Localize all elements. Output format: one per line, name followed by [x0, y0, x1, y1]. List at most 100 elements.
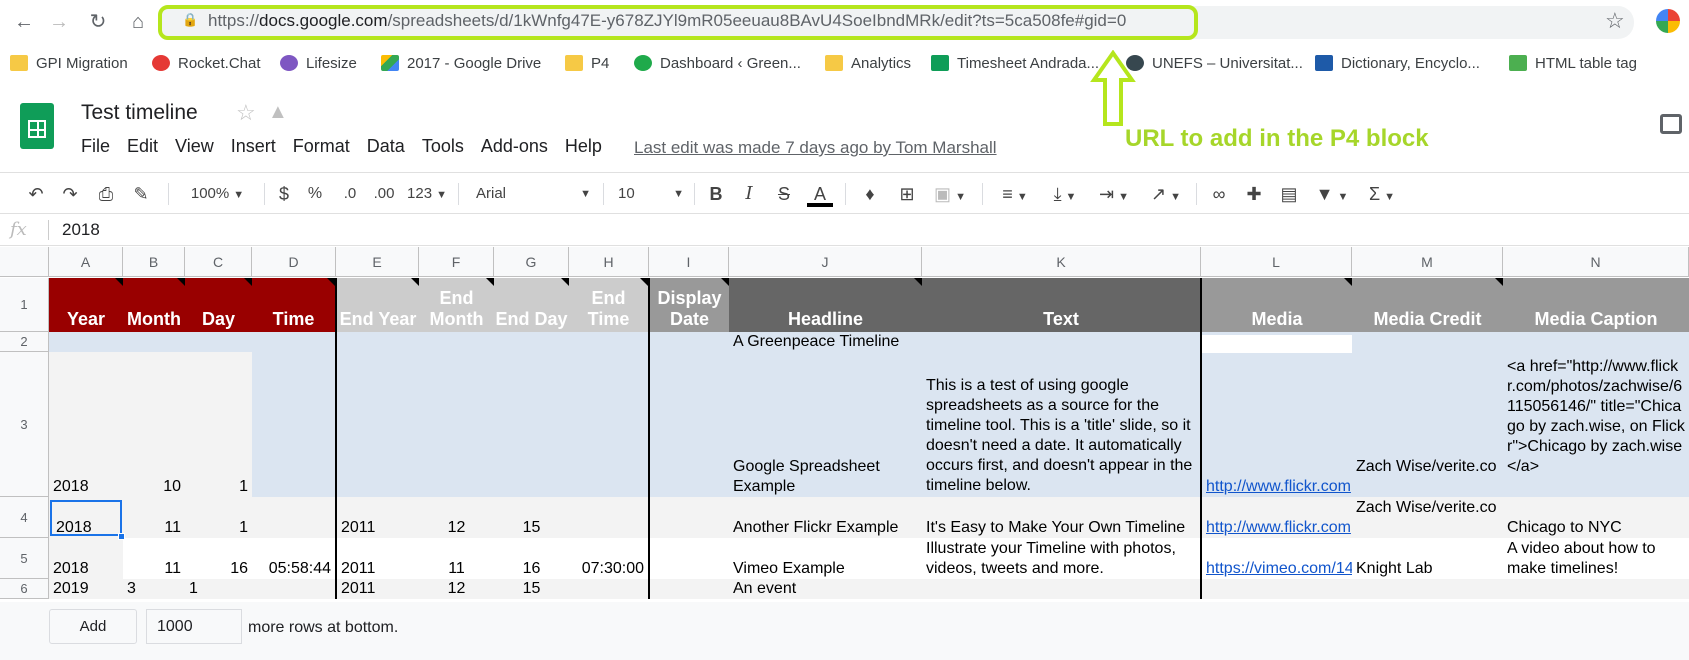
menu-help[interactable]: Help — [565, 136, 602, 157]
cell-a4-selected[interactable]: 2018 — [50, 500, 122, 536]
header-media[interactable]: Media — [1202, 278, 1352, 332]
bookmark-unefs[interactable]: UNEFS – Universitat... — [1126, 52, 1303, 74]
row-header-5[interactable]: 5 — [0, 538, 49, 579]
menu-insert[interactable]: Insert — [231, 136, 276, 157]
cell-k4[interactable]: It's Easy to Make Your Own Timeline — [922, 518, 1200, 538]
decrease-decimal-button[interactable]: .0 — [338, 181, 362, 207]
cell-k5[interactable]: Illustrate your Timeline with photos, vi… — [922, 539, 1200, 579]
move-to-drive-icon[interactable]: ▲ — [268, 101, 288, 124]
text-wrap-icon[interactable]: ⇥ ▼ — [1093, 181, 1135, 207]
cell-b3[interactable]: 10 — [123, 477, 185, 497]
cell-f4[interactable]: 12 — [419, 518, 494, 538]
cell-g6[interactable]: 15 — [494, 579, 569, 599]
paint-format-icon[interactable]: ✎ — [127, 181, 155, 207]
column-header-n[interactable]: N — [1503, 247, 1689, 277]
header-media-credit[interactable]: Media Credit — [1352, 278, 1503, 332]
comment-icon[interactable] — [1660, 114, 1682, 134]
merge-cells-icon[interactable]: ▣ ▼ — [930, 181, 970, 207]
text-rotation-icon[interactable]: ↗ ▼ — [1145, 181, 1187, 207]
lock-icon[interactable]: 🔒 — [182, 12, 198, 28]
cell-c6[interactable]: 1 — [185, 579, 252, 599]
star-icon[interactable]: ☆ — [236, 100, 256, 126]
cell-c4[interactable]: 1 — [185, 518, 252, 538]
menu-data[interactable]: Data — [367, 136, 405, 157]
add-rows-button[interactable]: Add — [49, 609, 137, 644]
cell-j3[interactable]: Google Spreadsheet Example — [729, 457, 922, 497]
bookmark-star-icon[interactable]: ☆ — [1605, 8, 1625, 34]
reload-icon[interactable]: ↻ — [84, 8, 112, 36]
formula-input[interactable]: 2018 — [62, 220, 100, 240]
column-header-i[interactable]: I — [649, 247, 729, 277]
row-header-4[interactable]: 4 — [0, 497, 49, 538]
menu-view[interactable]: View — [175, 136, 214, 157]
cell-f5[interactable]: 11 — [419, 559, 494, 579]
column-header-j[interactable]: J — [729, 247, 922, 277]
bold-button[interactable]: B — [704, 181, 728, 207]
bookmark-dashboard[interactable]: Dashboard ‹ Green... — [634, 52, 801, 74]
cell-b6[interactable]: 3 — [123, 579, 185, 599]
header-end-month[interactable]: End Month — [419, 278, 494, 332]
column-header-e[interactable]: E — [336, 247, 419, 277]
header-text[interactable]: Text — [922, 278, 1200, 332]
url-text[interactable]: https://docs.google.com/spreadsheets/d/1… — [208, 11, 1126, 31]
cell-l4[interactable]: http://www.flickr.com — [1202, 518, 1352, 538]
menu-edit[interactable]: Edit — [127, 136, 158, 157]
text-color-button[interactable]: A — [807, 181, 833, 207]
cell-g5[interactable]: 16 — [494, 559, 569, 579]
menu-format[interactable]: Format — [293, 136, 350, 157]
cell-j6[interactable]: An event — [729, 579, 922, 599]
currency-button[interactable]: $ — [274, 181, 294, 207]
strikethrough-button[interactable]: S — [772, 181, 796, 207]
header-year[interactable]: Year — [49, 278, 123, 332]
insert-chart-icon[interactable]: ▤ — [1275, 181, 1303, 207]
cell-n5[interactable]: A video about how to make timelines! — [1503, 539, 1689, 579]
column-header-l[interactable]: L — [1201, 247, 1352, 277]
header-headline[interactable]: Headline — [729, 278, 922, 332]
spreadsheet-grid[interactable]: A B C D E F G H I J K L M N 1 2 3 4 5 6 … — [0, 247, 1689, 602]
percent-button[interactable]: % — [305, 181, 325, 207]
column-header-h[interactable]: H — [569, 247, 649, 277]
column-header-a[interactable]: A — [49, 247, 123, 277]
cell-a5[interactable]: 2018 — [49, 559, 123, 579]
menu-file[interactable]: File — [81, 136, 110, 157]
bookmark-lifesize[interactable]: Lifesize — [280, 52, 357, 74]
cell-m4[interactable]: Zach Wise/verite.co — [1352, 498, 1503, 538]
horizontal-align-icon[interactable]: ≡ ▼ — [995, 181, 1035, 207]
italic-button[interactable]: I — [737, 181, 761, 207]
cell-f6[interactable]: 12 — [419, 579, 494, 599]
bookmark-dictionary[interactable]: Dictionary, Encyclo... — [1315, 52, 1480, 74]
cell-e4[interactable]: 2011 — [337, 518, 419, 538]
sheets-logo-icon[interactable] — [20, 103, 54, 149]
insert-link-icon[interactable]: ∞ — [1205, 181, 1233, 207]
row-header-2[interactable]: 2 — [0, 332, 49, 352]
header-day[interactable]: Day — [185, 278, 252, 332]
rows-count-input[interactable]: 1000 — [146, 609, 242, 644]
cell-h5[interactable]: 07:30:00 — [569, 559, 648, 579]
header-media-caption[interactable]: Media Caption — [1503, 278, 1689, 332]
header-display-date[interactable]: Display Date — [650, 278, 729, 332]
cell-a3[interactable]: 2018 — [49, 477, 123, 497]
bookmark-rocket-chat[interactable]: Rocket.Chat — [152, 52, 261, 74]
cell-j4[interactable]: Another Flickr Example — [729, 518, 922, 538]
vertical-align-icon[interactable]: ⤓ ▼ — [1045, 181, 1085, 207]
borders-icon[interactable]: ⊞ — [894, 181, 920, 207]
functions-icon[interactable]: Σ ▼ — [1362, 181, 1402, 207]
cell-b5[interactable]: 11 — [123, 559, 185, 579]
cell-l3[interactable]: http://www.flickr.com — [1202, 477, 1352, 497]
cell-n4[interactable]: Chicago to NYC — [1503, 518, 1689, 538]
home-icon[interactable]: ⌂ — [124, 8, 152, 36]
menu-tools[interactable]: Tools — [422, 136, 464, 157]
bookmark-html-table[interactable]: HTML table tag — [1509, 52, 1637, 74]
font-select[interactable]: Arial ▼ — [476, 181, 591, 207]
cell-b4[interactable]: 11 — [123, 518, 185, 538]
print-icon[interactable]: ⎙ — [92, 181, 120, 207]
bookmark-timesheet[interactable]: Timesheet Andrada... — [931, 52, 1099, 74]
document-title[interactable]: Test timeline — [81, 101, 198, 125]
cell-m5[interactable]: Knight Lab — [1352, 559, 1503, 579]
zoom-select[interactable]: 100% ▼ — [180, 181, 255, 207]
cell-e6[interactable]: 2011 — [337, 579, 419, 599]
bookmark-p4[interactable]: P4 — [565, 52, 609, 74]
last-edit-link[interactable]: Last edit was made 7 days ago by Tom Mar… — [634, 138, 997, 158]
undo-icon[interactable]: ↶ — [22, 181, 50, 207]
cell-l5[interactable]: https://vimeo.com/14 — [1202, 559, 1352, 579]
